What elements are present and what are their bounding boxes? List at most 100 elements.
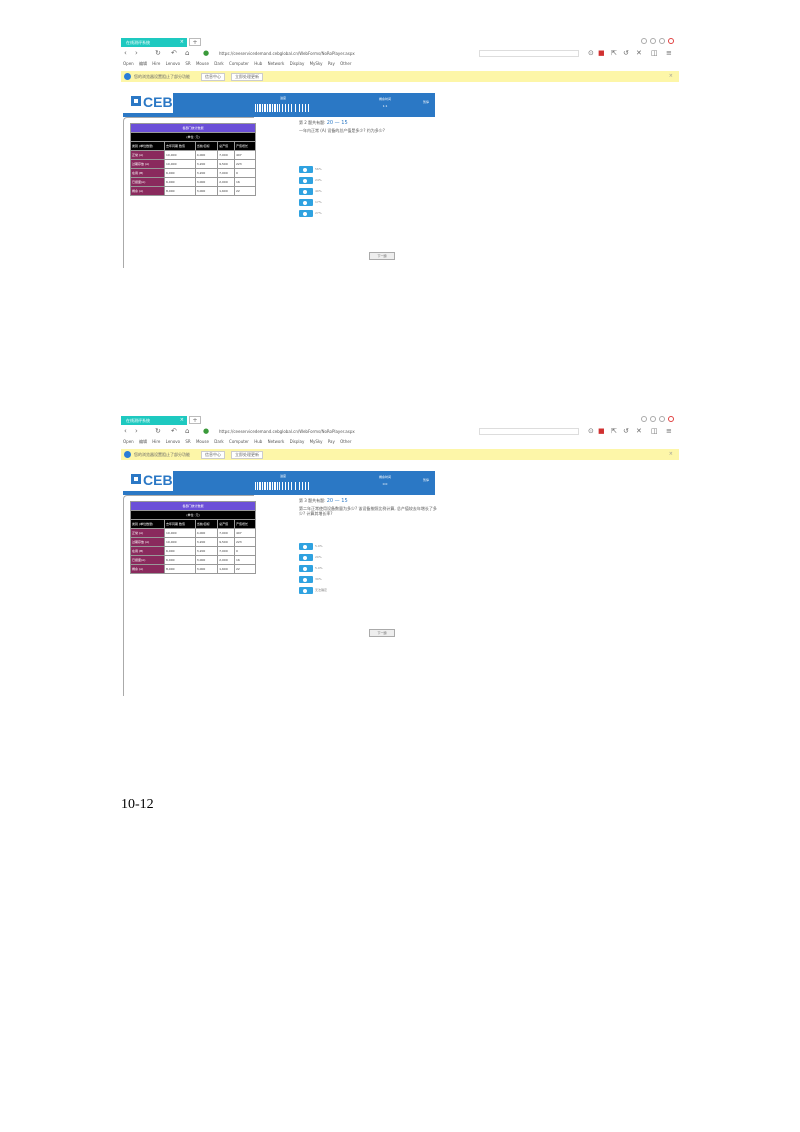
bookmark-item[interactable]: Hub — [254, 61, 262, 66]
reader-icon[interactable]: ◫ — [651, 49, 658, 57]
history-icon[interactable]: ↺ — [623, 427, 629, 435]
bookmark-item[interactable]: Hire — [152, 439, 160, 444]
bookmark-item[interactable]: Mouse — [196, 61, 209, 66]
bookmark-item[interactable]: MySky — [310, 61, 323, 66]
bookmark-item[interactable]: 编辑 — [139, 439, 147, 444]
table-cell: 407 — [233, 150, 257, 160]
url-field[interactable]: https://ceeservicedemand.cebglobal.cn/We… — [219, 429, 355, 434]
back-icon[interactable]: ‹ — [124, 427, 127, 435]
bookmark-item[interactable]: MySky — [310, 439, 323, 444]
search-input[interactable] — [479, 428, 579, 435]
close-icon[interactable]: × — [669, 451, 673, 457]
bookmark-item[interactable]: Other — [340, 61, 351, 66]
table-row: 剩余 (A) 8,000 3,000 1,600 22 — [130, 186, 257, 196]
undo-icon[interactable]: ↶ — [171, 427, 177, 435]
reload-icon[interactable]: ↻ — [155, 49, 161, 57]
option-radio[interactable] — [299, 587, 313, 594]
bookmark-item[interactable]: Display — [290, 439, 305, 444]
search-input[interactable] — [479, 50, 579, 57]
notification-button[interactable]: 信息中心 — [201, 451, 225, 459]
bookmark-item[interactable]: Dark — [214, 61, 224, 66]
extension-icon[interactable]: ■ — [598, 427, 605, 435]
window-minimize-icon[interactable] — [641, 38, 647, 44]
history-icon[interactable]: ↺ — [623, 49, 629, 57]
bookmark-item[interactable]: Network — [268, 439, 285, 444]
bookmark-item[interactable]: SR — [185, 61, 190, 66]
option-radio[interactable] — [299, 576, 313, 583]
reload-icon[interactable]: ↻ — [155, 427, 161, 435]
forward-icon[interactable]: › — [135, 49, 138, 57]
option-radio[interactable] — [299, 210, 313, 217]
bookmark-item[interactable]: Dark — [214, 439, 224, 444]
option-radio[interactable] — [299, 188, 313, 195]
window-maximize-icon[interactable] — [659, 416, 665, 422]
next-button[interactable]: 下一题 — [369, 629, 395, 637]
bookmark-item[interactable]: Display — [290, 61, 305, 66]
home-icon[interactable]: ⌂ — [185, 427, 189, 435]
bookmark-item[interactable]: 编辑 — [139, 61, 147, 66]
share-icon[interactable]: ⇱ — [611, 49, 617, 57]
share-icon[interactable]: ⇱ — [611, 427, 617, 435]
bookmark-item[interactable]: Open — [123, 439, 134, 444]
option-radio[interactable] — [299, 565, 313, 572]
option-radio[interactable] — [299, 177, 313, 184]
bookmark-item[interactable]: Lenovo — [166, 61, 180, 66]
forward-icon[interactable]: › — [135, 427, 138, 435]
progress-tick — [257, 482, 258, 490]
progress-tick — [267, 104, 268, 112]
window-restore-icon[interactable] — [650, 38, 656, 44]
row-label: 剩余 (A) — [130, 186, 165, 196]
shield-icon[interactable]: ⊙ — [588, 427, 594, 435]
pause-button[interactable]: 暂停 — [423, 100, 429, 104]
next-button[interactable]: 下一题 — [369, 252, 395, 260]
tools-icon[interactable]: ✕ — [636, 427, 642, 435]
notification-button[interactable]: 立即处理更新 — [231, 451, 263, 459]
notification-button[interactable]: 信息中心 — [201, 73, 225, 81]
progress-tick — [262, 104, 263, 112]
option-radio[interactable] — [299, 554, 313, 561]
bookmark-item[interactable]: SR — [185, 439, 190, 444]
menu-icon[interactable]: ≡ — [666, 427, 672, 435]
table-header: 当前/目标 — [194, 141, 219, 151]
tools-icon[interactable]: ✕ — [636, 49, 642, 57]
window-minimize-icon[interactable] — [641, 416, 647, 422]
bookmark-item[interactable]: Lenovo — [166, 439, 180, 444]
bookmark-item[interactable]: Computer — [229, 439, 249, 444]
bookmark-item[interactable]: Other — [340, 439, 351, 444]
bookmark-item[interactable]: Pay — [328, 61, 335, 66]
new-tab-button[interactable]: + — [189, 38, 201, 46]
bookmark-item[interactable]: Hire — [152, 61, 160, 66]
window-restore-icon[interactable] — [650, 416, 656, 422]
window-maximize-icon[interactable] — [659, 38, 665, 44]
bookmark-item[interactable]: Hub — [254, 439, 262, 444]
undo-icon[interactable]: ↶ — [171, 49, 177, 57]
back-icon[interactable]: ‹ — [124, 49, 127, 57]
menu-icon[interactable]: ≡ — [666, 49, 672, 57]
bookmark-item[interactable]: Computer — [229, 61, 249, 66]
close-icon[interactable]: × — [180, 38, 184, 47]
browser-tab[interactable]: 在线测评系统 × — [121, 38, 187, 47]
bookmark-item[interactable]: Pay — [328, 439, 335, 444]
close-icon[interactable]: × — [180, 416, 184, 425]
option-radio[interactable] — [299, 166, 313, 173]
url-field[interactable]: https://ceeservicedemand.cebglobal.cn/We… — [219, 51, 355, 56]
new-tab-button[interactable]: + — [189, 416, 201, 424]
option-radio[interactable] — [299, 199, 313, 206]
reader-icon[interactable]: ◫ — [651, 427, 658, 435]
close-icon[interactable]: × — [669, 73, 673, 79]
browser-tab[interactable]: 在线测评系统 × — [121, 416, 187, 425]
shield-icon[interactable]: ⊙ — [588, 49, 594, 57]
home-icon[interactable]: ⌂ — [185, 49, 189, 57]
window-close-icon[interactable] — [668, 38, 674, 44]
table-cell: 6,000 — [164, 177, 196, 187]
extension-icon[interactable]: ■ — [598, 49, 605, 57]
bookmark-item[interactable]: Open — [123, 61, 134, 66]
pause-button[interactable]: 暂停 — [423, 478, 429, 482]
question-number-value: 20 — 15 — [326, 120, 348, 126]
bookmark-item[interactable]: Network — [268, 61, 285, 66]
notification-button[interactable]: 立即处理更新 — [231, 73, 263, 81]
option-radio[interactable] — [299, 543, 313, 550]
table-header: 产值增长 — [233, 141, 257, 151]
window-close-icon[interactable] — [668, 416, 674, 422]
bookmark-item[interactable]: Mouse — [196, 439, 209, 444]
